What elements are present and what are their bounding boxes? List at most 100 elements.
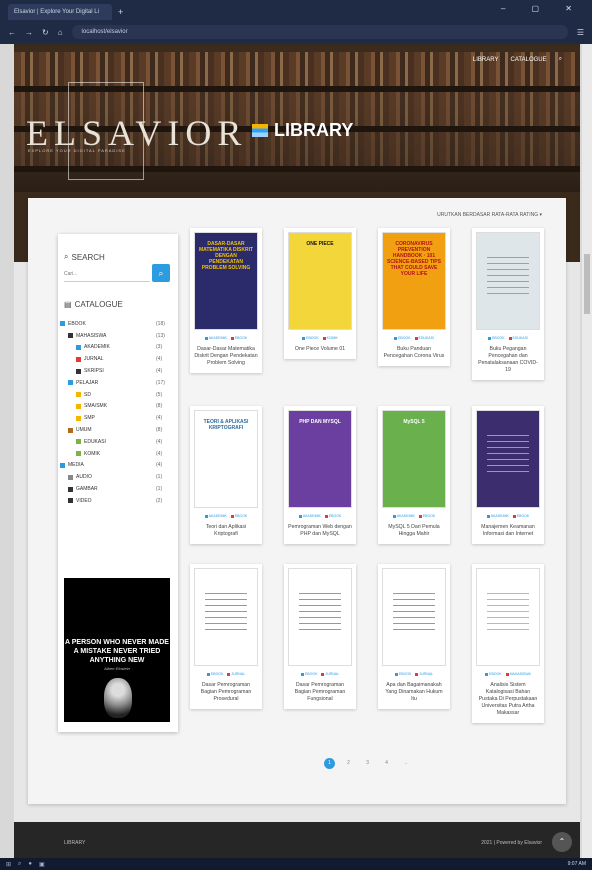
book-card[interactable]: AKADEMIK EBOOK Manajemen Keamanan Informas… bbox=[472, 406, 544, 544]
category-item[interactable]: SMA/SMK (8) bbox=[58, 401, 178, 413]
category-item[interactable]: MEDIA (4) bbox=[58, 460, 178, 472]
book-tag[interactable]: AKADEMIK bbox=[298, 514, 321, 518]
book-cover[interactable]: DASAR-DASAR MATEMATIKA DISKRIT DENGAN PE… bbox=[194, 232, 258, 330]
scroll-top-button[interactable]: ⌃ bbox=[552, 832, 572, 852]
browser-tab[interactable]: Elsavior | Explore Your Digital Li bbox=[8, 4, 112, 20]
book-tag[interactable]: EDUKASI bbox=[508, 336, 528, 340]
book-cover[interactable]: MySQL 5 bbox=[382, 410, 446, 508]
book-cover[interactable] bbox=[476, 232, 540, 330]
book-title[interactable]: Analisis Sistem Katalogisasi Bahan Pusta… bbox=[476, 682, 540, 717]
book-card[interactable]: TEORI & APLIKASI KRIPTOGRAFI AKADEMIK EBOO… bbox=[190, 406, 262, 544]
book-cover[interactable]: CORONAVIRUS PREVENTION HANDBOOK · 101 SC… bbox=[382, 232, 446, 330]
category-item[interactable]: JURNAL (4) bbox=[58, 353, 178, 365]
nav-catalogue[interactable]: CATALOGUE bbox=[511, 57, 547, 63]
book-tag[interactable]: EBOOK bbox=[512, 514, 529, 518]
category-item[interactable]: GAMBAR (1) bbox=[58, 483, 178, 495]
browser-icon[interactable]: ● bbox=[28, 861, 32, 867]
book-title[interactable]: Dasar Pemrograman Bagian Pemrograman Pro… bbox=[194, 682, 258, 703]
category-item[interactable]: AUDIO (1) bbox=[58, 471, 178, 483]
book-card[interactable]: DASAR-DASAR MATEMATIKA DISKRIT DENGAN PE… bbox=[190, 228, 262, 373]
sort-dropdown[interactable]: URUTKAN BERDASAR RATA-RATA RATING ▾ bbox=[437, 212, 542, 218]
book-tag[interactable]: EBOOK bbox=[230, 514, 247, 518]
category-item[interactable]: EBOOK (18) bbox=[58, 318, 178, 330]
book-tag[interactable]: EBOOK bbox=[206, 672, 223, 676]
search-button[interactable]: ⌕ bbox=[152, 264, 170, 282]
book-tag[interactable]: EBOOK bbox=[230, 336, 247, 340]
book-title[interactable]: Dasar-Dasar Matematika Diskrit Dengan Pe… bbox=[194, 346, 258, 367]
new-tab-button[interactable]: + bbox=[118, 4, 123, 20]
book-cover[interactable] bbox=[194, 568, 258, 666]
page-button[interactable]: 2 bbox=[343, 758, 354, 769]
book-cover[interactable]: TEORI & APLIKASI KRIPTOGRAFI bbox=[194, 410, 258, 508]
category-item[interactable]: KOMIK (4) bbox=[58, 448, 178, 460]
page-button[interactable]: 1 bbox=[324, 758, 335, 769]
category-item[interactable]: SD (5) bbox=[58, 389, 178, 401]
book-tag[interactable]: AKADEMIK bbox=[204, 514, 227, 518]
book-tag[interactable]: AKADEMIK bbox=[392, 514, 415, 518]
book-tag[interactable]: EBOOK bbox=[488, 336, 505, 340]
book-tag[interactable]: EBOOK bbox=[300, 672, 317, 676]
search-icon[interactable]: ⌕ bbox=[18, 861, 21, 868]
book-tag[interactable]: AKADEMIK bbox=[204, 336, 227, 340]
page-button[interactable]: 3 bbox=[362, 758, 373, 769]
book-card[interactable]: CORONAVIRUS PREVENTION HANDBOOK · 101 SC… bbox=[378, 228, 450, 366]
book-card[interactable]: EBOOK JURNAL Dasar Pemrograman Bagian Pemr… bbox=[284, 564, 356, 709]
book-cover[interactable]: ONE PIECE bbox=[288, 232, 352, 330]
scrollbar[interactable] bbox=[582, 44, 592, 858]
book-cover[interactable] bbox=[476, 410, 540, 508]
book-tag[interactable]: KOMIK bbox=[322, 336, 338, 340]
book-cover[interactable] bbox=[476, 568, 540, 666]
book-title[interactable]: Pemrograman Web dengan PHP dan MySQL bbox=[288, 524, 352, 538]
book-card[interactable]: EBOOK MAHASISWA Analisis Sistem Katalogisa… bbox=[472, 564, 544, 723]
extensions-icon[interactable]: ☰ bbox=[577, 28, 584, 37]
forward-icon[interactable]: → bbox=[25, 28, 33, 37]
book-card[interactable]: EBOOK JURNAL Apa dan Bagaimanakah Yang Din… bbox=[378, 564, 450, 709]
book-tag[interactable]: EBOOK bbox=[394, 336, 411, 340]
next-page-button[interactable]: → bbox=[400, 758, 411, 769]
search-input[interactable] bbox=[64, 266, 150, 282]
book-cover[interactable]: PHP DAN MYSQL bbox=[288, 410, 352, 508]
book-card[interactable]: PHP DAN MYSQL AKADEMIK EBOOK Pemrograman We… bbox=[284, 406, 356, 544]
book-tag[interactable]: EBOOK bbox=[418, 514, 435, 518]
folder-icon[interactable]: ▣ bbox=[39, 861, 45, 868]
category-item[interactable]: AKADEMIK (3) bbox=[58, 342, 178, 354]
book-tag[interactable]: JURNAL bbox=[227, 672, 245, 676]
book-card[interactable]: EBOOK EDUKASI Buku Pegangan Pencegahan dan… bbox=[472, 228, 544, 380]
book-title[interactable]: One Piece Volume 01 bbox=[288, 346, 352, 353]
book-cover[interactable] bbox=[288, 568, 352, 666]
book-title[interactable]: Buku Pegangan Pencegahan dan Penatalaksa… bbox=[476, 346, 540, 374]
book-tag[interactable]: JURNAL bbox=[415, 672, 433, 676]
scrollbar-thumb[interactable] bbox=[584, 254, 590, 314]
book-tag[interactable]: EBOOK bbox=[485, 672, 502, 676]
book-tag[interactable]: EBOOK bbox=[302, 336, 319, 340]
book-tag[interactable]: EBOOK bbox=[324, 514, 341, 518]
window-controls[interactable]: – ▢ ✕ bbox=[501, 4, 584, 13]
nav-library[interactable]: LIBRARY bbox=[473, 57, 499, 63]
book-title[interactable]: Apa dan Bagaimanakah Yang Dinamakan Huku… bbox=[382, 682, 446, 703]
book-tag[interactable]: MAHASISWA bbox=[505, 672, 531, 676]
book-tag[interactable]: EBOOK bbox=[394, 672, 411, 676]
back-icon[interactable]: ← bbox=[8, 28, 16, 37]
book-title[interactable]: Buku Panduan Pencegahan Corona Virus bbox=[382, 346, 446, 360]
book-card[interactable]: MySQL 5 AKADEMIK EBOOK MySQL 5 Dari Pemula … bbox=[378, 406, 450, 544]
category-item[interactable]: EDUKASI (4) bbox=[58, 436, 178, 448]
category-item[interactable]: SMP (4) bbox=[58, 412, 178, 424]
book-cover[interactable] bbox=[382, 568, 446, 666]
book-title[interactable]: Teori dan Aplikasi Kriptografi bbox=[194, 524, 258, 538]
url-field[interactable]: localhost/elsavior bbox=[71, 25, 568, 39]
category-item[interactable]: MAHASISWA (13) bbox=[58, 330, 178, 342]
book-title[interactable]: MySQL 5 Dari Pemula Hingga Mahir bbox=[382, 524, 446, 538]
start-icon[interactable]: ⊞ bbox=[6, 861, 11, 868]
book-tag[interactable]: JURNAL bbox=[321, 672, 339, 676]
book-title[interactable]: Dasar Pemrograman Bagian Pemrograman Fun… bbox=[288, 682, 352, 703]
book-tag[interactable]: EDUKASI bbox=[414, 336, 434, 340]
page-button[interactable]: 4 bbox=[381, 758, 392, 769]
book-title[interactable]: Manajemen Keamanan Informasi dan Interne… bbox=[476, 524, 540, 538]
category-item[interactable]: VIDEO (2) bbox=[58, 495, 178, 507]
category-item[interactable]: UMUM (8) bbox=[58, 424, 178, 436]
home-icon[interactable]: ⌂ bbox=[58, 28, 63, 37]
search-icon[interactable]: ⌕ bbox=[559, 56, 562, 63]
book-card[interactable]: ONE PIECE EBOOK KOMIK One Piece Volume 01 bbox=[284, 228, 356, 359]
footer-library-link[interactable]: LIBRARY bbox=[64, 840, 85, 846]
reload-icon[interactable]: ↻ bbox=[42, 28, 49, 37]
